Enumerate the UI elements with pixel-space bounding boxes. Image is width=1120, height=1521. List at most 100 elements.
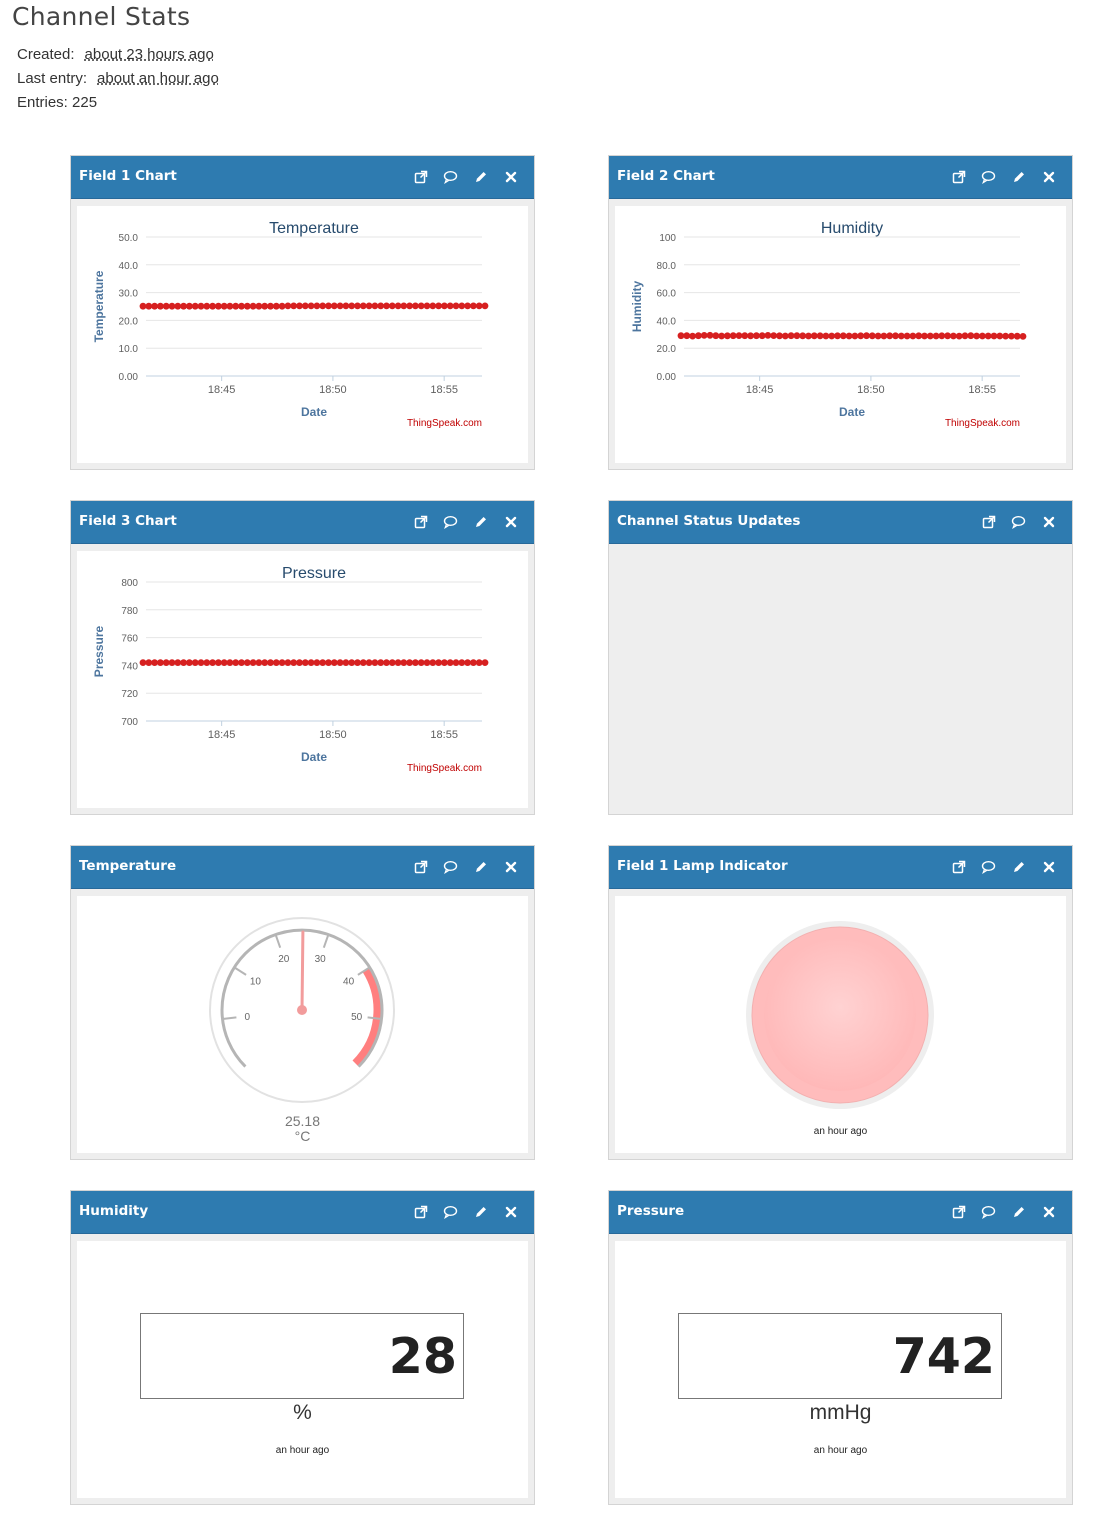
data-point [406,659,413,666]
data-point [435,659,442,666]
data-point [1019,333,1027,340]
data-point [452,659,460,666]
close-icon[interactable] [1039,167,1058,186]
close-icon[interactable] [501,1202,520,1221]
data-point [915,332,923,340]
data-point [747,332,754,340]
external-link-icon[interactable] [411,1202,430,1221]
chart-title: Humidity [821,220,883,237]
close-icon[interactable] [501,857,520,876]
panel-field-1-chart: Field 1 Chart 0.00 10.0 20.0 30.0 40.0 50.0 18… [70,155,535,470]
comment-icon[interactable] [441,857,460,876]
pencil-icon[interactable] [1009,1202,1028,1221]
gauge-needle-hub [297,1005,307,1015]
pencil-icon[interactable] [471,857,490,876]
pencil-icon[interactable] [471,1202,490,1221]
comment-icon[interactable] [979,167,998,186]
y-tick-label: 20.0 [657,344,677,355]
pencil-icon[interactable] [1009,857,1028,876]
close-icon[interactable] [1039,857,1058,876]
external-link-icon[interactable] [949,167,968,186]
humidity-value: 28 [388,1328,457,1385]
data-point [296,659,303,666]
comment-icon[interactable] [441,1202,460,1221]
created-value[interactable]: about 23 hours ago [85,46,214,63]
data-point [470,659,477,666]
pressure-unit: mmHg [809,1401,872,1424]
data-point [307,302,315,310]
close-icon[interactable] [1039,1202,1058,1221]
close-icon[interactable] [501,512,520,531]
data-point [186,302,193,310]
data-point [822,332,830,340]
comment-icon[interactable] [441,512,460,531]
pressure-chart: 700 720 740 760 780 800 18:45 18:50 18:55 Pressur… [92,565,489,774]
data-point [677,332,685,340]
gauge-tick-label: 10 [250,977,262,988]
data-point [371,659,379,666]
data-point [1008,332,1015,340]
created-row: Created: about 23 hours ago [17,46,214,63]
close-icon[interactable] [501,167,520,186]
data-point [209,659,217,666]
panel-title: Field 2 Chart [617,168,715,184]
comment-icon[interactable] [979,1202,998,1221]
data-point [406,302,413,310]
pencil-icon[interactable] [1009,167,1028,186]
data-point [851,332,859,340]
external-link-icon[interactable] [411,857,430,876]
data-point [967,332,975,340]
data-point [695,332,702,340]
data-point [973,332,980,340]
data-point [186,659,193,666]
data-point [191,659,199,666]
x-tick-label: 18:55 [430,384,458,396]
data-point [151,659,158,666]
data-point [706,331,714,339]
data-point [267,302,274,310]
external-link-icon[interactable] [411,167,430,186]
comment-icon[interactable] [441,167,460,186]
chart-credit: ThingSpeak.com [945,418,1020,429]
external-link-icon[interactable] [949,1202,968,1221]
data-point [272,302,280,310]
y-tick-label: 100 [659,233,676,244]
data-point [203,302,211,310]
y-axis-label: Pressure [92,625,106,677]
data-point [834,332,841,340]
panel-title: Field 3 Chart [79,513,177,529]
data-point [944,332,951,340]
y-axis-label: Temperature [92,270,106,342]
data-point [996,332,1004,340]
data-point [365,659,373,666]
data-point [290,302,298,310]
panel-title: Humidity [79,1203,149,1219]
close-icon[interactable] [1039,512,1058,531]
last-entry-value[interactable]: about an hour ago [97,70,219,87]
data-point [278,659,286,666]
data-point [377,302,385,310]
gauge-tick-label: 30 [315,954,327,965]
comment-icon[interactable] [1009,512,1028,531]
pencil-icon[interactable] [471,167,490,186]
comment-icon[interactable] [979,857,998,876]
panel-tools [411,857,520,876]
data-point [203,659,211,666]
pencil-icon[interactable] [471,512,490,531]
x-tick-label: 18:45 [746,384,774,396]
y-tick-label: 10.0 [119,344,139,355]
humidity-timestamp: an hour ago [275,1445,330,1456]
data-point [412,302,419,310]
x-tick-label: 18:45 [208,384,236,396]
y-tick-label: 0.00 [657,372,677,383]
data-point [441,659,448,666]
data-point [157,302,164,310]
data-point [423,302,431,310]
panel-title: Pressure [617,1203,685,1219]
data-point [371,302,379,310]
external-link-icon[interactable] [979,512,998,531]
data-point [781,332,789,340]
external-link-icon[interactable] [411,512,430,531]
x-tick-label: 18:50 [319,729,347,741]
external-link-icon[interactable] [949,857,968,876]
